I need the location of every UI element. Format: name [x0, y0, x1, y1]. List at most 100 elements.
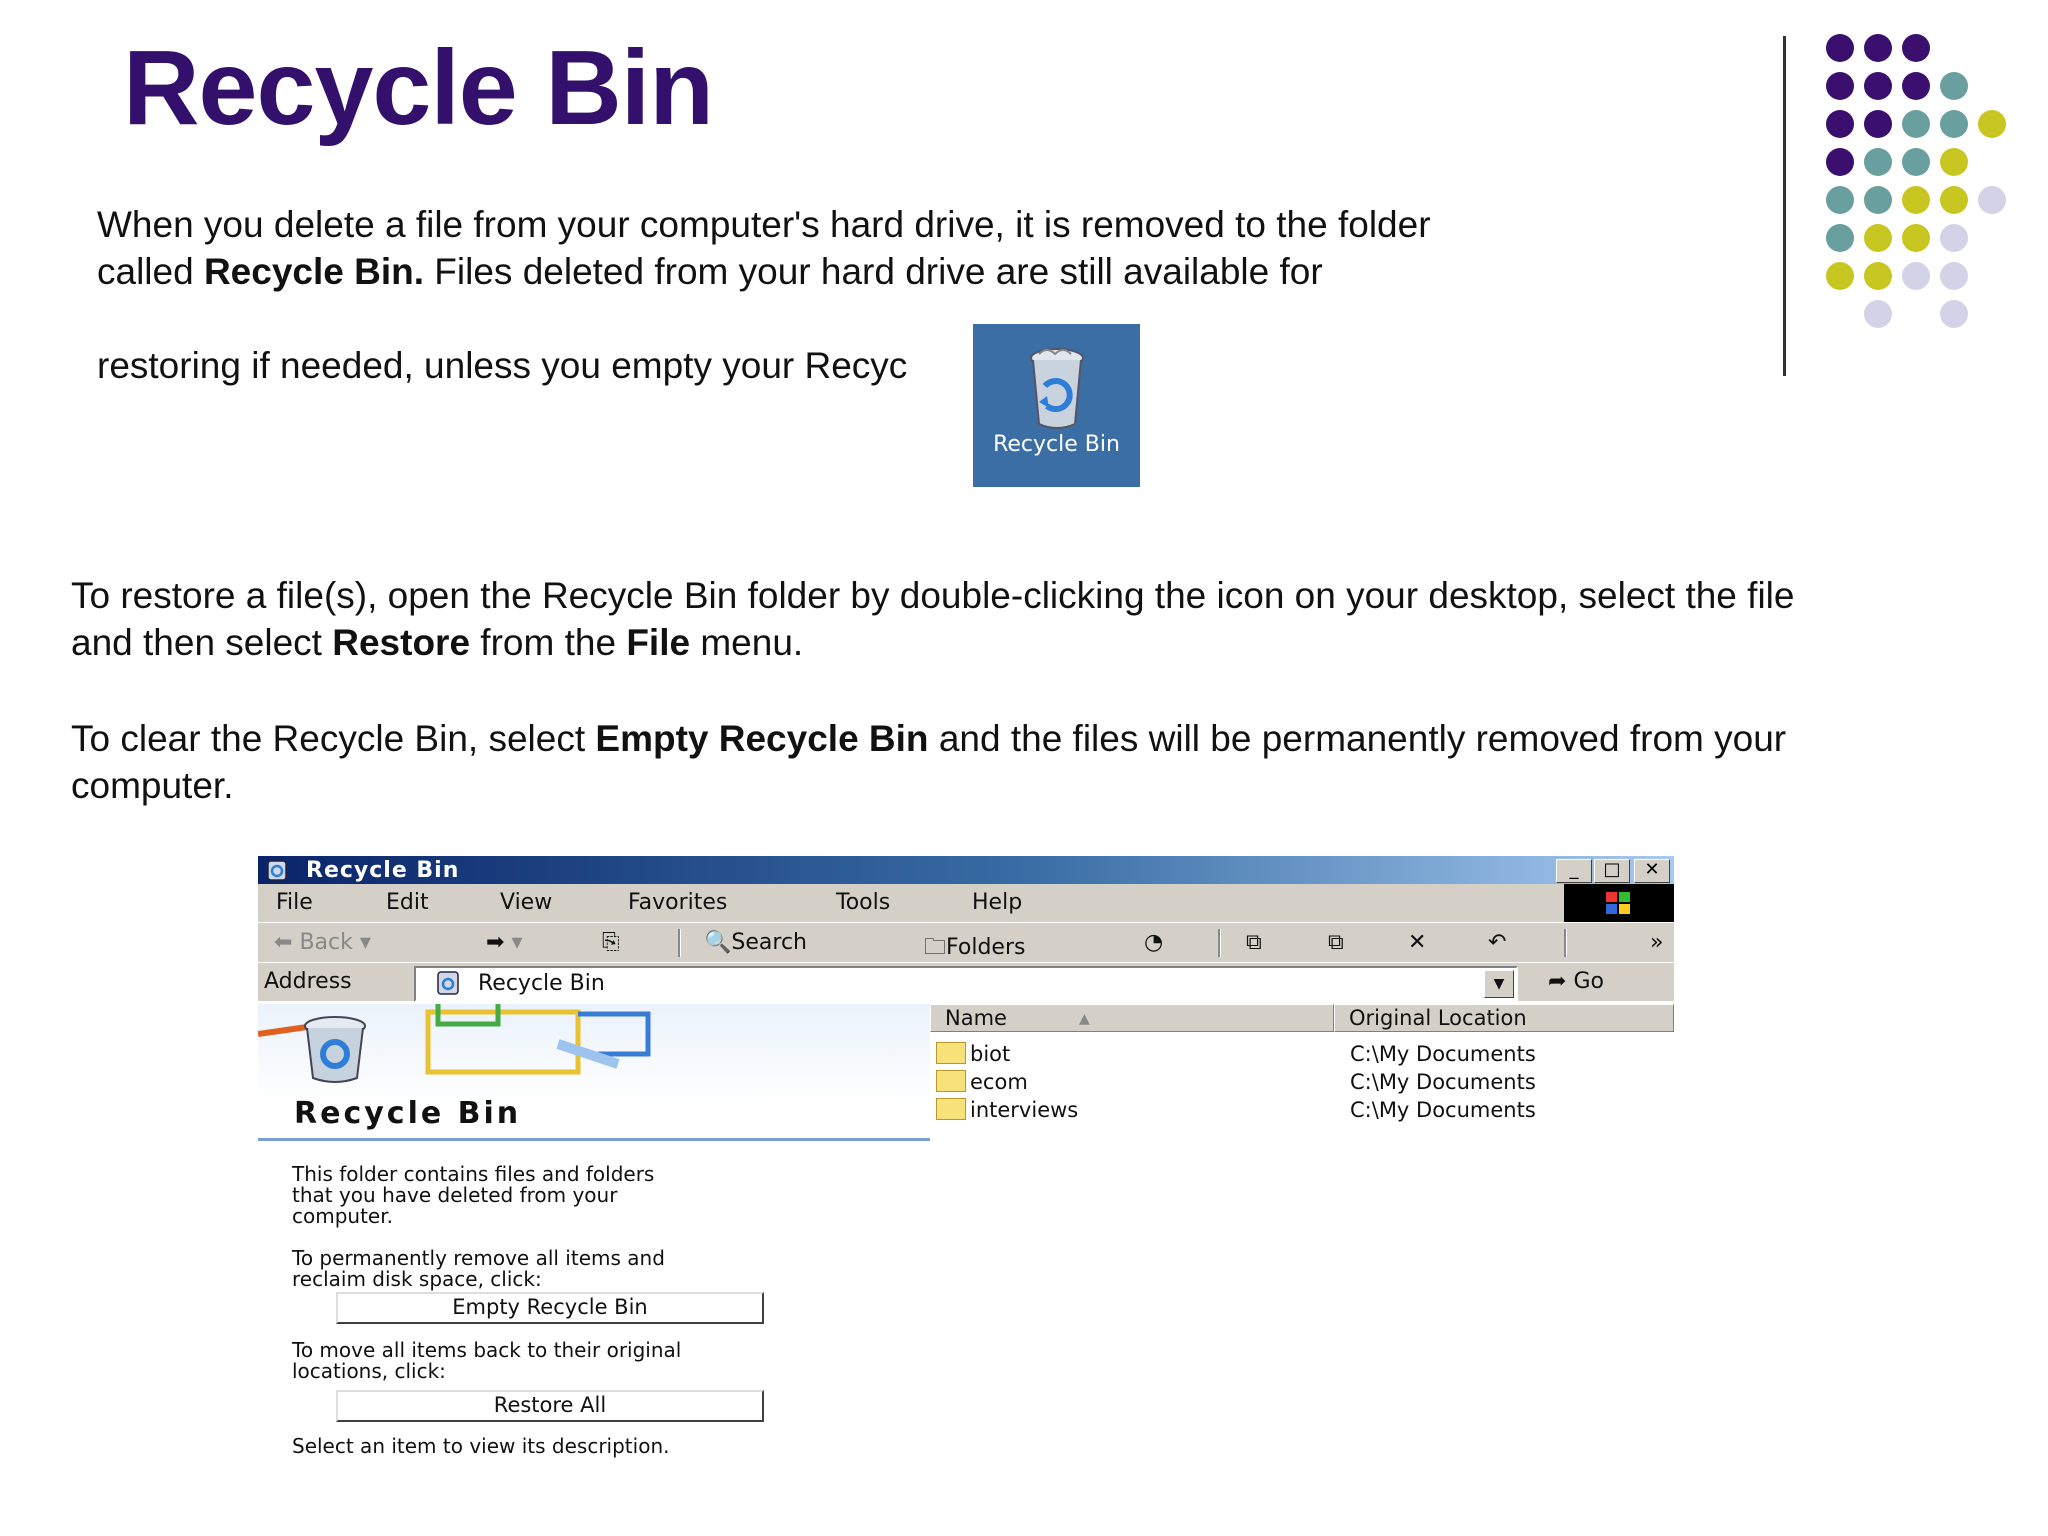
decorative-dot	[1826, 72, 1854, 100]
divider-line	[1783, 36, 1786, 376]
clear-line-1: To clear the Recycle Bin, select Empty R…	[71, 718, 1787, 759]
address-label: Address	[264, 969, 352, 994]
task-pane-divider	[258, 1138, 930, 1141]
menu-help[interactable]: Help	[972, 890, 1022, 915]
back-button[interactable]: ⬅ Back ▾	[274, 930, 371, 955]
recycle-bin-icon	[267, 860, 287, 881]
recycle-bin-icon	[304, 1016, 366, 1083]
menu-bar: File Edit View Favorites Tools Help	[258, 884, 1674, 922]
search-icon: 🔍	[704, 930, 732, 955]
select-item-hint: Select an item to view its description.	[292, 1434, 670, 1458]
address-value: Recycle Bin	[478, 971, 605, 996]
desktop-icon-label: Recycle Bin	[993, 432, 1120, 457]
folder-icon	[936, 1098, 966, 1120]
task-desc-line-3: computer.	[292, 1204, 393, 1228]
toolbar: ⬅ Back ▾ ➡ ▾ ⎘ 🔍Search 🗀Folders ◔ ⧉ ⧉ ✕ …	[258, 922, 1674, 963]
go-button[interactable]: ➦ Go	[1548, 969, 1604, 994]
back-arrow-icon: ⬅	[274, 930, 293, 955]
decorative-dot	[1826, 110, 1854, 138]
up-folder-icon[interactable]: ⎘	[602, 930, 620, 955]
search-button[interactable]: 🔍Search	[704, 930, 807, 955]
minimize-button[interactable]: _	[1556, 859, 1592, 883]
decorative-dot	[1940, 262, 1968, 290]
decorative-dot	[1978, 186, 2006, 214]
undo-icon[interactable]: ↶	[1488, 930, 1506, 955]
decorative-dot	[1940, 186, 1968, 214]
file-name: biot	[970, 1042, 1011, 1066]
forward-button[interactable]: ➡ ▾	[486, 930, 522, 955]
task-desc-line-1: This folder contains files and folders	[292, 1162, 655, 1186]
decorative-dot	[1826, 186, 1854, 214]
recycle-bin-icon	[437, 971, 459, 995]
windows-logo	[1564, 884, 1674, 922]
folders-icon: 🗀	[924, 935, 947, 960]
folder-icon	[936, 1070, 966, 1092]
menu-file[interactable]: File	[276, 890, 313, 915]
column-header-name[interactable]: Name ▲	[930, 1004, 1334, 1032]
decorative-dot	[1864, 72, 1892, 100]
intro-line-3: restoring if needed, unless you empty yo…	[97, 345, 908, 386]
restore-line-1: To restore a file(s), open the Recycle B…	[71, 575, 1795, 616]
chevron-down-icon[interactable]: ▼	[1484, 970, 1514, 998]
decorative-dot	[1940, 72, 1968, 100]
intro-line-1: When you delete a file from your compute…	[97, 204, 1431, 245]
task-pane-banner	[258, 1004, 930, 1104]
column-header-original-location[interactable]: Original Location	[1334, 1004, 1674, 1032]
decorative-dot	[1826, 224, 1854, 252]
menu-favorites[interactable]: Favorites	[628, 890, 727, 915]
move-to-icon[interactable]: ⧉	[1246, 930, 1262, 955]
task-desc-line-2: that you have deleted from your	[292, 1183, 618, 1207]
window-title: Recycle Bin	[306, 858, 460, 883]
empty-instruction-line-2: reclaim disk space, click:	[292, 1267, 542, 1291]
decorative-dot	[1864, 34, 1892, 62]
restore-all-button[interactable]: Restore All	[336, 1390, 764, 1422]
maximize-button[interactable]: □	[1594, 859, 1630, 883]
folder-icon	[936, 1042, 966, 1064]
intro-line-2: called Recycle Bin. Files deleted from y…	[97, 251, 1323, 292]
delete-icon[interactable]: ✕	[1408, 930, 1426, 955]
file-row-interviews[interactable]: interviews	[936, 1098, 1078, 1125]
decorative-dot	[1940, 224, 1968, 252]
copy-to-icon[interactable]: ⧉	[1328, 930, 1344, 955]
close-button[interactable]: ✕	[1634, 859, 1670, 883]
decorative-dot	[1826, 34, 1854, 62]
menu-view[interactable]: View	[500, 890, 552, 915]
decorative-dot	[1940, 110, 1968, 138]
decorative-dot	[1902, 262, 1930, 290]
decorative-dot	[1940, 300, 1968, 328]
restore-instruction-line-1: To move all items back to their original	[292, 1338, 682, 1362]
file-row-biot[interactable]: biot	[936, 1042, 1010, 1069]
decorative-dot	[1902, 72, 1930, 100]
history-icon[interactable]: ◔	[1144, 930, 1163, 955]
decorative-dot	[1940, 148, 1968, 176]
decorative-dot	[1864, 110, 1892, 138]
restore-line-2: and then select Restore from the File me…	[71, 622, 804, 663]
file-name: ecom	[970, 1070, 1028, 1094]
restore-instruction-line-2: locations, click:	[292, 1359, 446, 1383]
menu-edit[interactable]: Edit	[386, 890, 429, 915]
desktop-recycle-bin-icon[interactable]: Recycle Bin	[973, 324, 1140, 487]
file-location: C:\My Documents	[1350, 1098, 1536, 1122]
decorative-dot	[1902, 34, 1930, 62]
explorer-window: Recycle Bin _ □ ✕ File Edit View Favorit…	[258, 856, 1674, 1476]
task-pane-heading: Recycle Bin	[294, 1096, 522, 1131]
address-input[interactable]: Recycle Bin ▼	[414, 966, 1518, 1002]
decorative-dot	[1864, 224, 1892, 252]
empty-recycle-bin-button[interactable]: Empty Recycle Bin	[336, 1292, 764, 1324]
decorative-dot	[1902, 110, 1930, 138]
file-row-ecom[interactable]: ecom	[936, 1070, 1028, 1097]
decorative-dot	[1902, 148, 1930, 176]
decorative-dot	[1864, 186, 1892, 214]
decorative-dots	[1826, 34, 2036, 334]
menu-tools[interactable]: Tools	[836, 890, 890, 915]
task-pane: Recycle Bin This folder contains files a…	[258, 1004, 930, 1476]
decorative-dot	[1902, 186, 1930, 214]
file-name: interviews	[970, 1098, 1079, 1122]
go-arrow-icon: ➦	[1548, 969, 1567, 994]
forward-arrow-icon: ➡	[486, 930, 505, 955]
file-location: C:\My Documents	[1350, 1042, 1536, 1066]
toolbar-more-button[interactable]: »	[1650, 930, 1663, 955]
window-titlebar[interactable]: Recycle Bin _ □ ✕	[258, 856, 1674, 884]
decorative-dot	[1978, 110, 2006, 138]
sort-ascending-icon: ▲	[1079, 1011, 1090, 1027]
